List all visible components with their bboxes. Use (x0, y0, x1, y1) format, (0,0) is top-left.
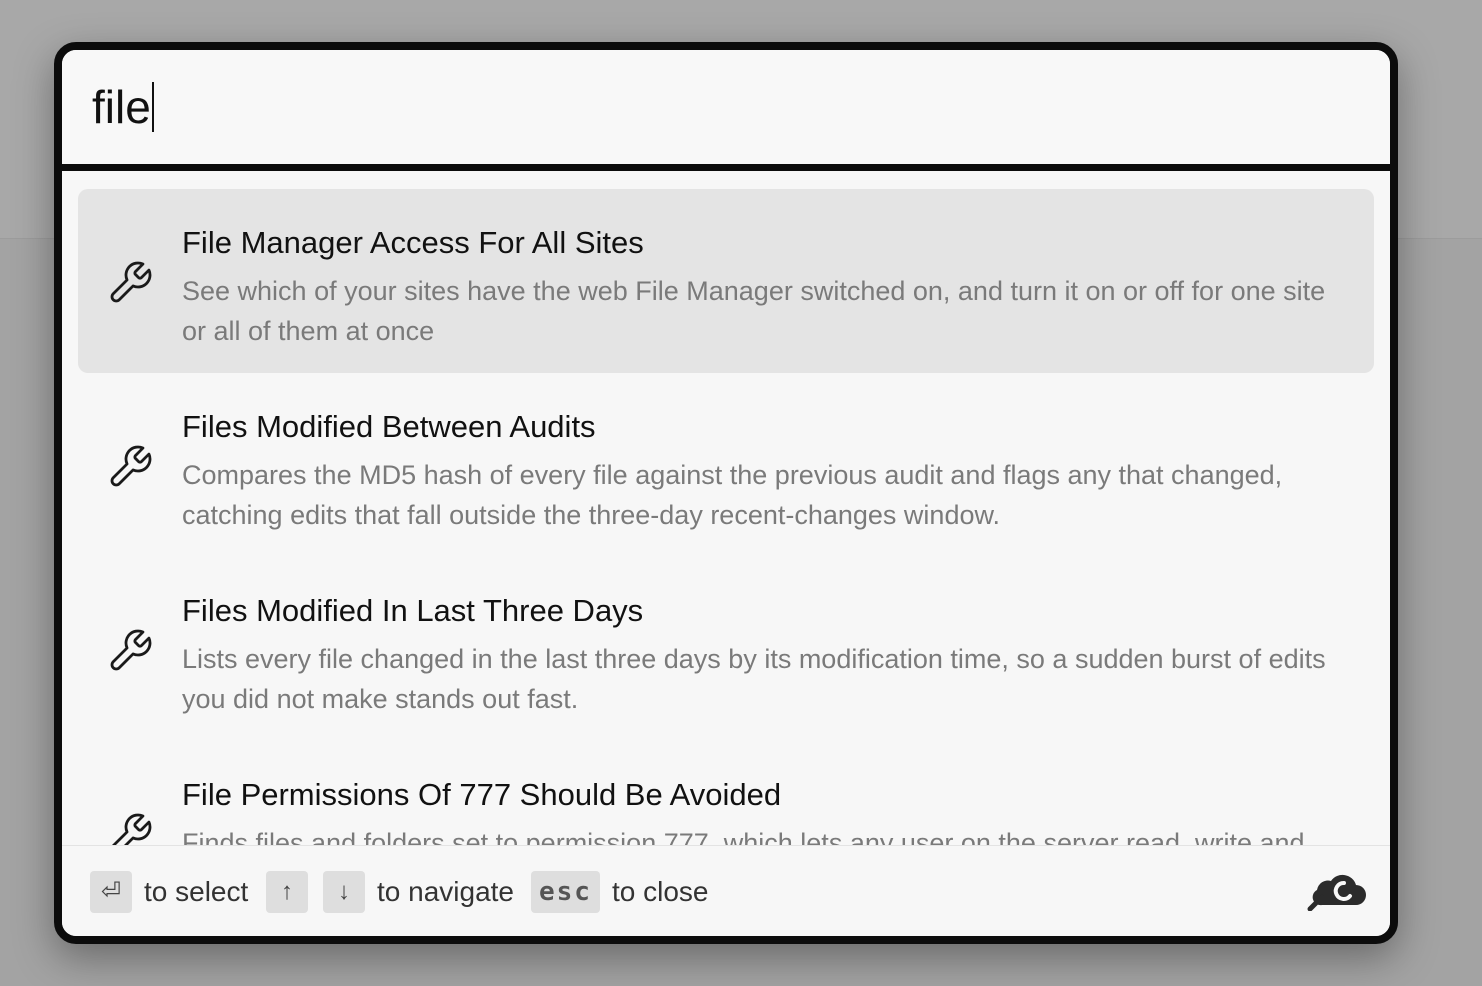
result-description: See which of your sites have the web Fil… (182, 276, 1326, 346)
arrow-down-icon: ↓ (323, 870, 365, 913)
close-hint-text: to close (611, 875, 709, 907)
hint-navigate: ↑ ↓ to navigate (266, 846, 514, 936)
search-input-value: file (92, 81, 151, 133)
select-hint-text: to select (144, 875, 249, 907)
text-caret (151, 82, 154, 132)
enter-key-icon: ⏎ (90, 870, 132, 913)
results-list: File Manager Access For All Sites See wh… (62, 171, 1390, 845)
navigate-hint-text: to navigate (377, 875, 514, 907)
wrench-icon (110, 261, 152, 303)
hint-select: ⏎ to select (90, 846, 249, 936)
command-palette: file File Manager Access For All Sites S… (54, 42, 1398, 944)
hint-close: esc to close (531, 846, 709, 936)
result-description: Lists every file changed in the last thr… (182, 644, 1326, 714)
wrench-icon (112, 813, 152, 845)
result-title: Files Modified In Last Three Days (182, 593, 644, 628)
result-item[interactable]: Files Modified In Last Three Days Lists … (78, 557, 1374, 741)
result-item[interactable]: File Manager Access For All Sites See wh… (78, 189, 1374, 373)
result-description: Compares the MD5 hash of every file agai… (182, 460, 1283, 530)
result-title: Files Modified Between Audits (182, 409, 596, 444)
result-item[interactable]: Files Modified Between Audits Compares t… (78, 373, 1374, 557)
palette-footer: ⏎ to select ↑ ↓ to navigate esc to close (62, 845, 1390, 936)
wrench-icon (110, 445, 152, 487)
search-bar: file (62, 50, 1390, 171)
result-description: Finds files and folders set to permissio… (182, 828, 1305, 845)
result-title: File Permissions Of 777 Should Be Avoide… (182, 777, 782, 812)
arrow-up-icon: ↑ (266, 870, 308, 913)
wrench-icon (110, 629, 152, 671)
brand-cloud-logo-icon (1307, 874, 1366, 911)
esc-key: esc (531, 870, 600, 913)
search-input[interactable]: file (92, 70, 1352, 144)
result-item[interactable]: File Permissions Of 777 Should Be Avoide… (78, 741, 1374, 845)
result-title: File Manager Access For All Sites (182, 225, 644, 260)
